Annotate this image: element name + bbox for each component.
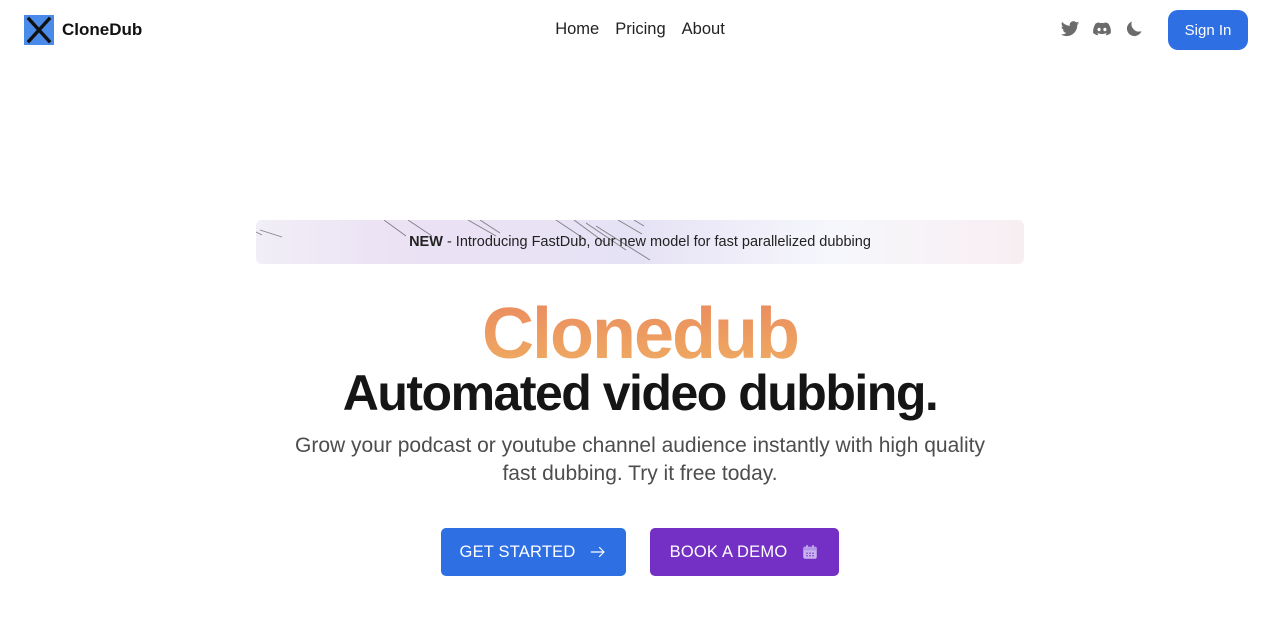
moon-icon[interactable] [1124, 19, 1144, 39]
nav-link-pricing[interactable]: Pricing [615, 20, 665, 39]
hero-title: Automated video dubbing. [342, 365, 939, 421]
new-tag: NEW [409, 234, 443, 250]
calendar-icon [803, 544, 818, 559]
get-started-label: GET STARTED [459, 542, 576, 561]
hero-subtitle: Grow your podcast or youtube channel aud… [0, 432, 1280, 488]
nav-link-about[interactable]: About [682, 20, 725, 39]
hero-subtitle-line: Grow your podcast or youtube channel aud… [295, 434, 985, 457]
book-demo-button[interactable]: BOOK A DEMO [650, 528, 839, 576]
hero-subtitle-line: fast dubbing. Try it free today. [502, 462, 778, 485]
top-navbar: CloneDub Home Pricing About Sign In [0, 0, 1280, 60]
hero-brand-name: Clonedub [0, 296, 1280, 372]
announcement-banner[interactable]: NEW - Introducing FastDub, our new model… [256, 220, 1024, 264]
social-icons [1060, 19, 1144, 39]
discord-icon[interactable] [1092, 19, 1112, 39]
banner-text: NEW - Introducing FastDub, our new model… [409, 234, 871, 250]
twitter-icon[interactable] [1060, 19, 1080, 39]
nav-link-home[interactable]: Home [555, 20, 599, 39]
banner-message: - Introducing FastDub, our new model for… [442, 234, 871, 250]
arrow-right-icon [591, 546, 606, 558]
get-started-button[interactable]: GET STARTED [441, 528, 626, 576]
book-demo-label: BOOK A DEMO [669, 542, 788, 561]
sign-in-button[interactable]: Sign In [1168, 10, 1248, 50]
